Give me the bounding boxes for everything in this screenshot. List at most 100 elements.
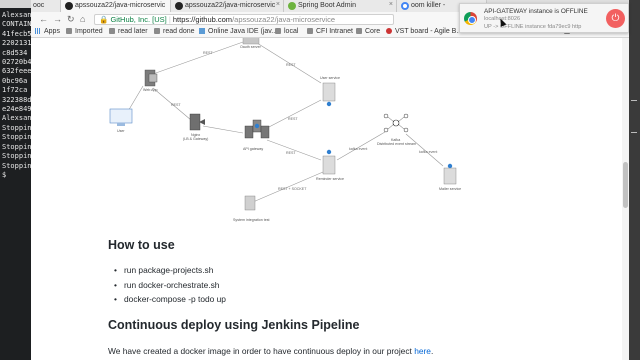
edge-gateway-reminder [266, 139, 322, 161]
bookmark-read-later[interactable]: read later [109, 28, 148, 35]
tab-label: Spring Boot Admin [298, 2, 356, 9]
github-icon [175, 2, 183, 10]
list-item: run package-projects.sh [114, 265, 213, 275]
tab-github-2[interactable]: apssouza22/java-microservic × [171, 0, 284, 12]
page-content: REST REST REST REST REST kafka event kaf… [31, 38, 629, 360]
scrollbar-thumb[interactable] [623, 162, 628, 208]
server-icon [443, 167, 457, 185]
url-path: /apssouza22/java-microservice [232, 15, 336, 24]
bookmark-online-java-ide[interactable]: Online Java IDE (jav... [199, 28, 277, 35]
browser-window: ooc apssouza22/java-microservic apssouza… [31, 0, 629, 360]
desktop: Alexsand CONTAINE 41fecb5 2202131 c8d534… [0, 0, 640, 360]
edge-label-rest: REST [286, 63, 296, 67]
node-label-system-test: System integration test [233, 218, 270, 222]
node-label-reminder: Reminder service [316, 177, 344, 181]
folder-icon [154, 28, 160, 34]
bookmark-core[interactable]: Core [356, 28, 380, 35]
server-icon [322, 155, 336, 175]
docker-icon [447, 163, 453, 169]
edge-mark [631, 132, 637, 133]
node-label-user: User [117, 129, 125, 133]
kafka-node-icon [403, 127, 409, 133]
architecture-diagram: REST REST REST REST REST kafka event kaf… [109, 38, 461, 222]
github-icon [65, 2, 73, 10]
bookmark-label: Imported [75, 28, 103, 35]
how-to-use-heading: How to use [108, 238, 175, 252]
tab-label: apssouza22/java-microservic [75, 2, 166, 9]
bookmark-label: read later [118, 28, 148, 35]
bookmark-imported[interactable]: Imported [66, 28, 103, 35]
url-host: https://github.com [172, 15, 233, 24]
edge-reminder-kafka [336, 131, 386, 161]
edge-label-kafka: kafka event [349, 147, 367, 151]
node-label-nginx-sub: (LB & Gateway) [183, 137, 208, 141]
chrome-icon [464, 12, 477, 25]
close-icon[interactable]: × [276, 1, 280, 8]
background-window-edge [628, 0, 640, 360]
edge-mark [631, 100, 637, 101]
node-label-user-service: User service [320, 76, 340, 80]
server-icon [244, 125, 254, 139]
edge-label-kafka: kafka event [419, 150, 437, 154]
bookmark-label: Apps [44, 28, 60, 35]
apps-icon [35, 28, 41, 34]
browser-icon [148, 73, 158, 83]
offline-notification[interactable]: API-GATEWAY instance is OFFLINE localhos… [459, 3, 629, 33]
edge-gateway-user [266, 99, 322, 129]
forward-icon[interactable]: → [53, 14, 62, 24]
folder-icon [307, 28, 313, 34]
page-icon [386, 28, 392, 34]
computer-stand-icon [117, 123, 125, 126]
bookmark-label: Core [365, 28, 381, 35]
page-scrollbar[interactable] [622, 38, 629, 360]
kafka-node-icon [392, 119, 400, 127]
bookmark-local[interactable]: local [275, 28, 298, 35]
continuous-deploy-paragraph: We have created a docker image in order … [108, 346, 433, 356]
tab-ooc[interactable]: ooc [31, 0, 61, 12]
page-icon [199, 28, 205, 34]
server-icon [242, 38, 260, 45]
kafka-node-icon [383, 113, 389, 119]
reload-icon[interactable]: ↻ [67, 14, 75, 25]
computer-icon [109, 108, 133, 124]
bookmark-read-done[interactable]: read done [154, 28, 195, 35]
bookmark-cfi-intranet[interactable]: CFI Intranet [307, 28, 353, 35]
bookmark-label: VST board - Agile B... [395, 28, 463, 35]
close-icon[interactable]: × [389, 1, 393, 8]
paragraph-text: We have created a docker image in order … [108, 346, 412, 356]
tab-label: apssouza22/java-microservic [185, 2, 276, 9]
docker-icon [326, 149, 332, 155]
kafka-node-icon [383, 127, 389, 133]
bookmark-label: CFI Intranet [316, 28, 353, 35]
folder-icon [109, 28, 115, 34]
list-item: run docker-orchestrate.sh [114, 280, 219, 290]
edge-webapp-auth [152, 41, 244, 75]
notification-message: UP -> OFFLINE instance fda79ec9 http [484, 24, 582, 30]
back-icon[interactable]: ← [39, 14, 48, 24]
power-icon[interactable]: ⏻ [606, 9, 625, 28]
bookmark-vst-board[interactable]: VST board - Agile B... [386, 28, 462, 35]
tab-spring-boot-admin[interactable]: Spring Boot Admin × [284, 0, 397, 12]
folder-icon [275, 28, 281, 34]
edge-nginx-gateway [202, 125, 244, 134]
spring-leaf-icon [288, 2, 296, 10]
kafka-links-icon [387, 116, 405, 130]
node-label-gateway: API gateway [243, 147, 263, 151]
home-icon[interactable]: ⌂ [80, 14, 85, 24]
edge-label-rest-socket: REST + SOCKET [278, 187, 307, 191]
tab-github-1[interactable]: apssouza22/java-microservic [61, 0, 171, 12]
node-label-kafka-sub: Distributed event stream [377, 142, 416, 146]
edge-label-rest: REST [203, 51, 213, 55]
here-link[interactable]: here [414, 346, 431, 356]
address-bar[interactable]: 🔒 GitHub, Inc. [US] | https://github.com… [94, 14, 394, 25]
server-icon [244, 195, 256, 211]
notification-title: API-GATEWAY instance is OFFLINE [484, 8, 588, 15]
node-label-mailer: Mailer service [439, 187, 461, 191]
docker-icon [326, 101, 332, 107]
folder-icon [356, 28, 362, 34]
edge-label-rest: REST [171, 103, 181, 107]
bookmark-apps[interactable]: Apps [35, 28, 60, 35]
kafka-node-icon [403, 113, 409, 119]
folder-icon [66, 28, 72, 34]
continuous-deploy-heading: Continuous deploy using Jenkins Pipeline [108, 318, 360, 332]
